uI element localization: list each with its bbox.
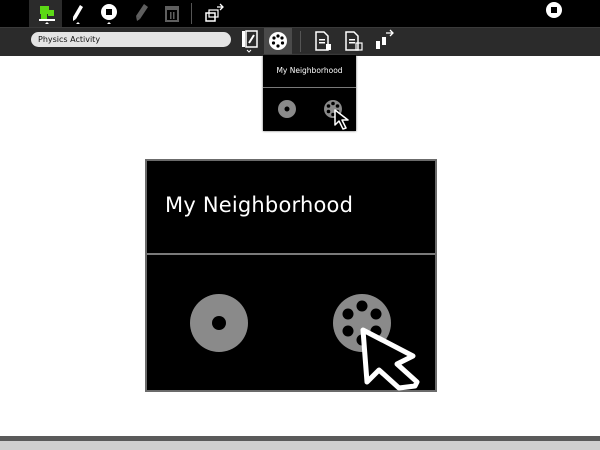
zoomed-palette-illustration: My Neighborhood	[145, 159, 437, 392]
copy-document-icon	[315, 31, 331, 51]
stop-icon	[546, 1, 562, 18]
share-button[interactable]	[200, 0, 228, 27]
zoom-group-icon	[190, 294, 248, 352]
edit-tab-button[interactable]	[64, 0, 92, 27]
activity-tab-button[interactable]	[33, 0, 61, 27]
paste-document-icon	[345, 31, 363, 51]
mouse-cursor-icon	[360, 327, 420, 391]
bottom-frame-edge	[0, 436, 600, 450]
activity-title-input[interactable]: Physics Activity	[31, 32, 231, 47]
palette-title: My Neighborhood	[276, 66, 343, 75]
pencil-icon	[73, 4, 83, 24]
network-icon	[376, 29, 394, 49]
neighborhood-palette: My Neighborhood	[263, 55, 356, 131]
journal-notebook-icon	[242, 30, 258, 53]
journal-button[interactable]	[236, 28, 264, 54]
stop-right-button[interactable]	[540, 0, 568, 27]
erase-button[interactable]	[127, 0, 155, 27]
mouse-cursor-icon	[334, 109, 349, 130]
zoom-group-icon[interactable]	[277, 99, 297, 119]
stop-button[interactable]	[95, 0, 123, 27]
stop-icon	[101, 3, 117, 24]
share-icon	[205, 3, 224, 22]
activity-icon	[39, 5, 55, 24]
trash-icon	[165, 5, 179, 22]
trash-button[interactable]	[158, 0, 186, 27]
zoomed-title: My Neighborhood	[165, 193, 354, 217]
network-button[interactable]	[370, 28, 398, 54]
palette-divider	[263, 87, 356, 88]
zoomed-divider	[147, 253, 435, 255]
neighborhood-icon	[269, 32, 287, 50]
eraser-icon	[136, 3, 148, 21]
paste-button[interactable]	[339, 28, 367, 54]
toolbar-separator	[300, 31, 301, 52]
neighborhood-button[interactable]	[264, 28, 292, 54]
toolbar-separator	[191, 3, 192, 24]
copy-button[interactable]	[309, 28, 337, 54]
main-toolbar	[0, 0, 600, 27]
